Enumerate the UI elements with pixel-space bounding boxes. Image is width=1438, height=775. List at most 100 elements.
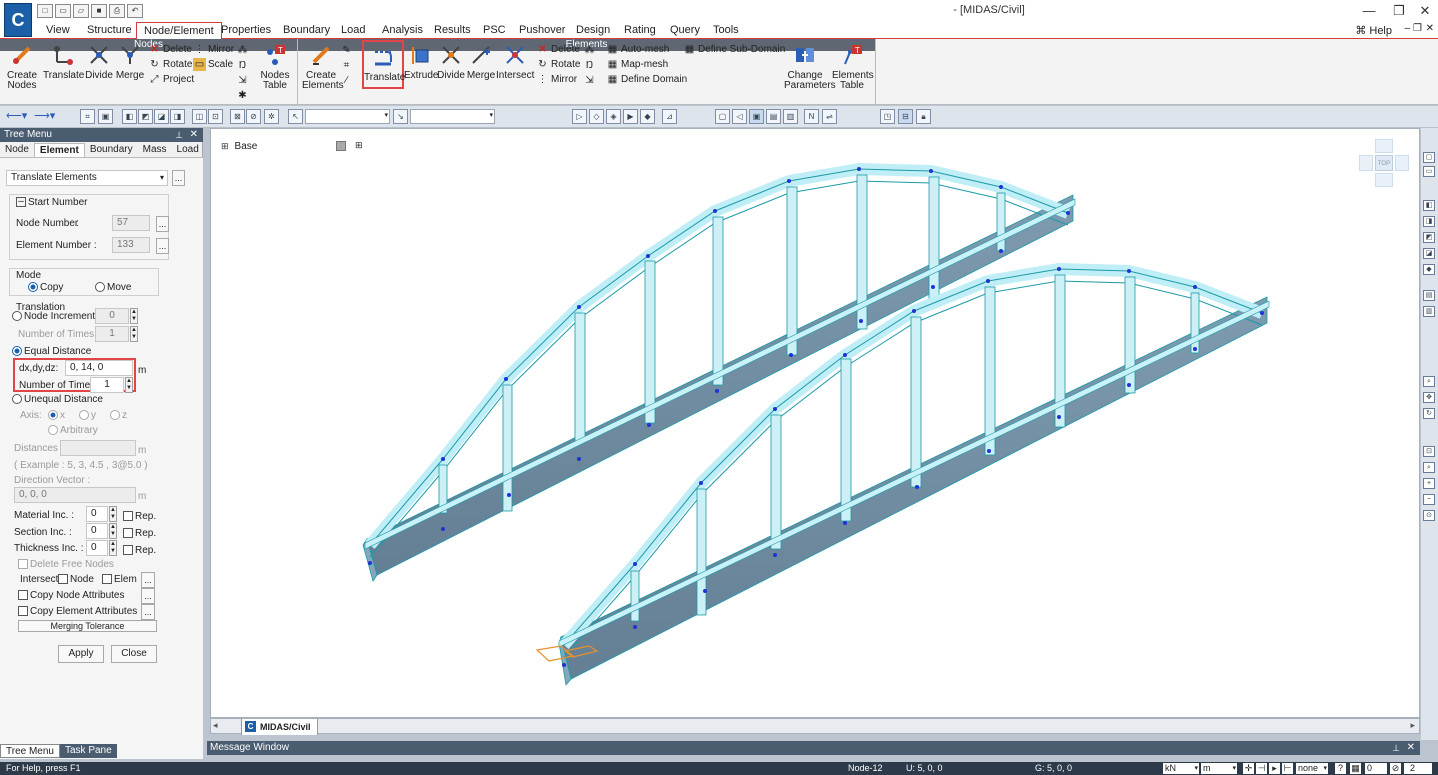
ribbon-close-icon[interactable]: ✕ <box>1426 23 1434 34</box>
rotate-elements-button[interactable]: ↻ Rotate <box>536 57 580 72</box>
tab-boundary[interactable]: Boundary <box>85 143 138 157</box>
menu-psc[interactable]: PSC <box>483 22 506 39</box>
dxdydz-input[interactable]: 0, 14, 0 <box>65 360 133 376</box>
elements-table-button[interactable]: T Elements Table <box>832 42 874 91</box>
tb-display-1-icon[interactable]: ▣ <box>749 109 764 124</box>
snap-1-icon[interactable]: ✛ <box>1243 763 1254 774</box>
menu-results[interactable]: Results <box>434 22 471 39</box>
elem-tool-1-icon[interactable]: ✎ <box>340 43 354 58</box>
equal-distance-radio[interactable]: Equal Distance <box>12 346 91 357</box>
intersect-elem-checkbox[interactable]: Elem <box>102 574 137 585</box>
ribbon-min-icon[interactable]: – <box>1404 23 1410 34</box>
node-tool-1-icon[interactable]: ⁂ <box>236 43 250 58</box>
tb-select-dropdown-2[interactable]: ▾ <box>410 109 495 124</box>
merging-tolerance-button[interactable]: Merging Tolerance <box>18 620 157 632</box>
rs-view-4-icon[interactable]: ◨ <box>1423 216 1435 227</box>
change-parameters-button[interactable]: Change Parameters <box>784 42 836 91</box>
delete-free-nodes-checkbox[interactable]: Delete Free Nodes <box>18 559 114 570</box>
axis-x-radio[interactable]: x <box>48 410 65 421</box>
mirror-elements-button[interactable]: ⋮ Mirror <box>536 72 580 87</box>
auto-mesh-button[interactable]: ▦ Auto-mesh <box>606 42 687 57</box>
define-domain-button[interactable]: ▦ Define Domain <box>606 72 687 87</box>
elem-tool-6-icon[interactable]: ⇲ <box>583 73 597 88</box>
elem-tool-4-icon[interactable]: ⁂ <box>583 43 597 58</box>
snap-4-icon[interactable]: ⊢ <box>1282 763 1293 774</box>
delete-elements-button[interactable]: ✕ Delete <box>536 42 580 57</box>
tb-zoom-fit-icon[interactable]: ▢ <box>715 109 730 124</box>
node-tool-2-icon[interactable]: Ŋ <box>236 58 250 73</box>
rs-view-7-icon[interactable]: ◆ <box>1423 264 1435 275</box>
node-tool-3-icon[interactable]: ⇲ <box>236 73 250 88</box>
menu-node-element[interactable]: Node/Element <box>136 22 222 40</box>
material-rep-checkbox[interactable]: Rep. <box>123 511 156 522</box>
rs-zoom-minus-icon[interactable]: − <box>1423 494 1435 505</box>
rs-view-1-icon[interactable]: ▢ <box>1423 152 1435 163</box>
app-logo[interactable]: C <box>4 3 32 37</box>
force-unit-select[interactable]: kN ▾ <box>1163 763 1199 774</box>
translate-elements-button[interactable]: Translate <box>362 40 405 89</box>
material-inc-field[interactable]: 0 <box>86 506 108 522</box>
rs-zoom-all-icon[interactable]: ⊙ <box>1423 510 1435 521</box>
nodes-table-button[interactable]: T Nodes Table <box>258 42 292 91</box>
menu-boundary[interactable]: Boundary <box>283 22 330 39</box>
tb-elem-num-icon[interactable]: ⇌ <box>822 109 837 124</box>
tab-task-pane[interactable]: Task Pane <box>59 744 117 758</box>
material-inc-spinner[interactable]: ▲ ▼ <box>109 506 117 522</box>
tb-view-5-icon[interactable]: ◆ <box>640 109 655 124</box>
node-number-more-button[interactable]: ... <box>156 216 169 232</box>
menu-load[interactable]: Load <box>341 22 365 39</box>
tb-zoom-icon[interactable]: ◁ <box>732 109 747 124</box>
close-button[interactable]: Close <box>111 645 157 663</box>
mode-move-radio[interactable]: Move <box>95 282 131 293</box>
help-menu[interactable]: ⌘ Help <box>1355 24 1392 37</box>
zero-select[interactable]: 0 <box>1365 763 1387 774</box>
rs-view-5-icon[interactable]: ◩ <box>1423 232 1435 243</box>
tab-tree-menu[interactable]: Tree Menu <box>0 744 60 758</box>
element-number-more-button[interactable]: ... <box>156 238 169 254</box>
define-sub-domain-button[interactable]: ▦ Define Sub-Domain <box>683 42 786 57</box>
delete-nodes-button[interactable]: ✕ Delete <box>148 42 194 57</box>
tb-display-3-icon[interactable]: ▥ <box>783 109 798 124</box>
length-unit-select[interactable]: m ▾ <box>1201 763 1237 774</box>
menu-design[interactable]: Design <box>576 22 610 39</box>
menu-pushover[interactable]: Pushover <box>519 22 565 39</box>
tb-unselect-icon[interactable]: ◫ <box>192 109 207 124</box>
thickness-inc-spinner[interactable]: ▲ ▼ <box>109 540 117 556</box>
panel-close-icon[interactable]: ✕ <box>190 128 198 142</box>
translate-nodes-button[interactable]: Translate <box>43 42 84 81</box>
rs-view-3-icon[interactable]: ◧ <box>1423 200 1435 211</box>
create-nodes-button[interactable]: Create Nodes <box>4 42 40 91</box>
tb-view-6-icon[interactable]: ⊿ <box>662 109 677 124</box>
tb-view-1-icon[interactable]: ▷ <box>572 109 587 124</box>
menu-properties[interactable]: Properties <box>221 22 271 39</box>
tb-polygon-icon[interactable]: ◧ <box>122 109 137 124</box>
tb-select3-icon[interactable]: ◪ <box>154 109 169 124</box>
elem-tool-3-icon[interactable]: ∕ <box>340 73 354 88</box>
node-increment-spinner[interactable]: ▲ ▼ <box>130 308 138 324</box>
thickness-inc-field[interactable]: 0 <box>86 540 108 556</box>
message-close-icon[interactable]: ✕ <box>1407 741 1415 755</box>
tab-element[interactable]: Element <box>33 143 85 157</box>
section-inc-spinner[interactable]: ▲ ▼ <box>109 523 117 539</box>
element-number-field[interactable]: 133 <box>112 237 150 253</box>
section-rep-checkbox[interactable]: Rep. <box>123 528 156 539</box>
tab-scroll-left-icon[interactable]: ◂ <box>213 720 218 731</box>
rs-zoom-plus-icon[interactable]: + <box>1423 478 1435 489</box>
tb-view-3-icon[interactable]: ◈ <box>606 109 621 124</box>
command-more-button[interactable]: ... <box>172 170 185 186</box>
axis-z-radio[interactable]: z <box>110 410 127 421</box>
menu-tools[interactable]: Tools <box>713 22 739 39</box>
distances-field[interactable] <box>60 440 136 456</box>
direction-vector-field[interactable]: 0, 0, 0 <box>14 487 136 503</box>
mode-copy-radio[interactable]: Copy <box>28 282 63 293</box>
tb-tool-1-icon[interactable]: ⊠ <box>230 109 245 124</box>
menu-query[interactable]: Query <box>670 22 700 39</box>
tb-select2-icon[interactable]: ◩ <box>138 109 153 124</box>
tab-midas-civil[interactable]: C MIDAS/Civil <box>241 719 318 735</box>
tab-mass[interactable]: Mass <box>138 143 172 157</box>
copy-element-attributes-more-button[interactable]: ... <box>141 604 155 620</box>
none-select[interactable]: none ▾ <box>1296 763 1328 774</box>
unequal-distance-radio[interactable]: Unequal Distance <box>12 394 103 405</box>
project-nodes-button[interactable]: ⤢ Project <box>148 72 195 87</box>
map-mesh-button[interactable]: ▦ Map-mesh <box>606 57 687 72</box>
